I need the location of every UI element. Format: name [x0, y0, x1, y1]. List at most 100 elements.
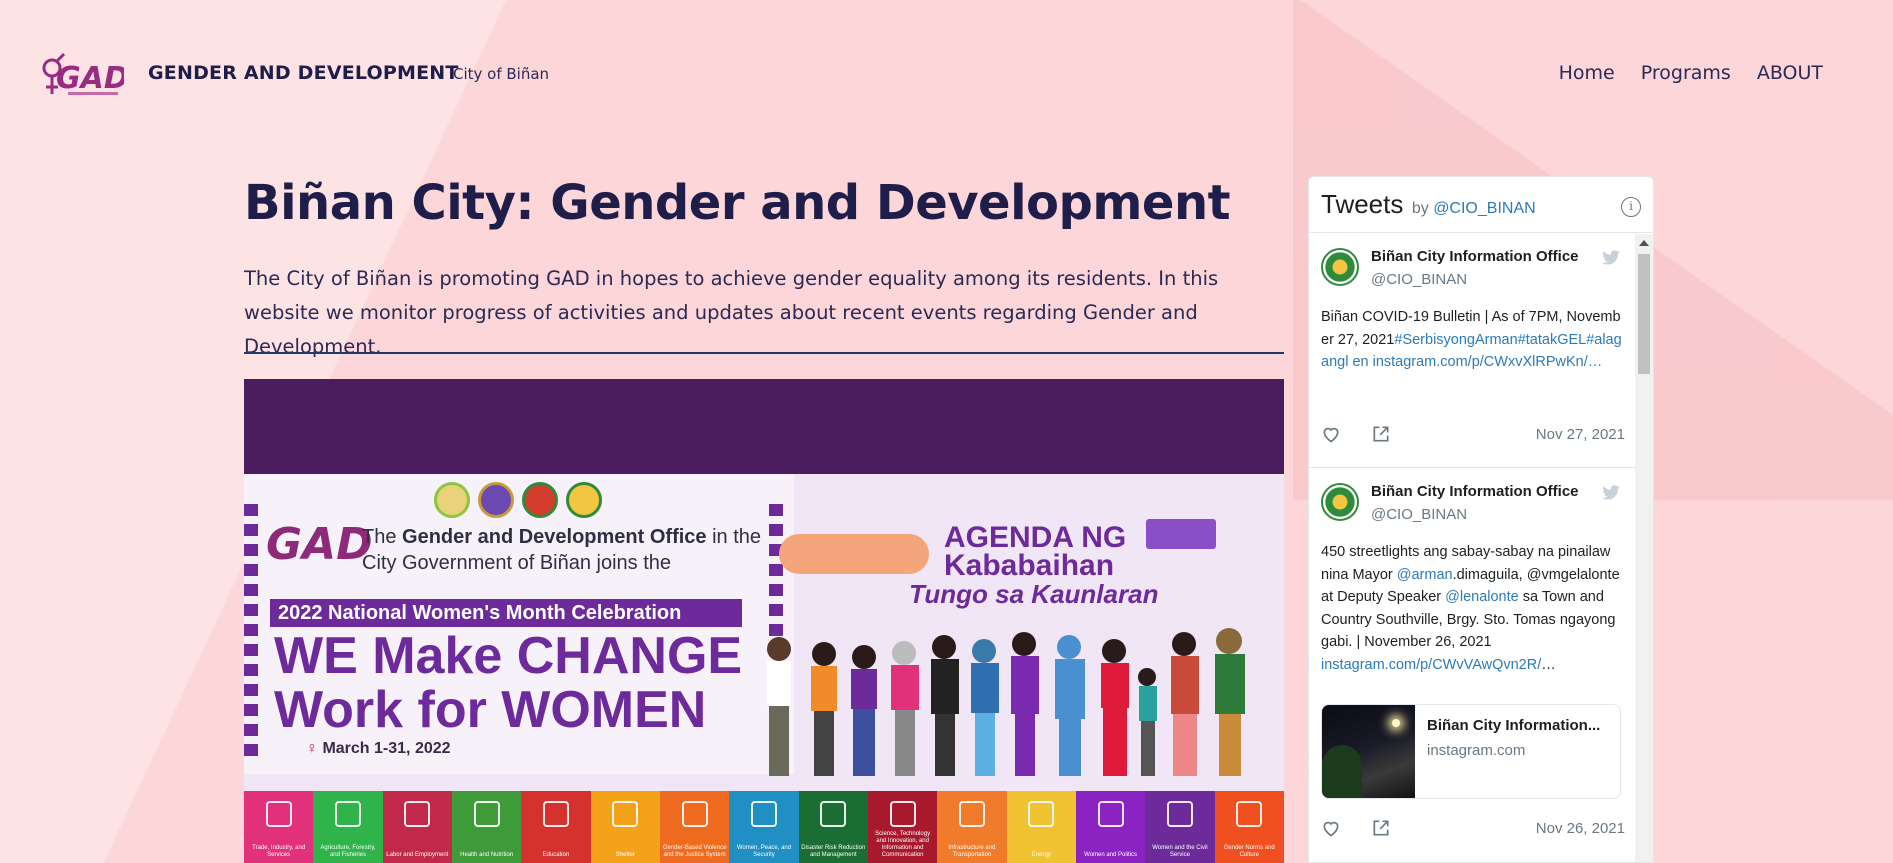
mention-link[interactable]: @arman	[1397, 567, 1453, 583]
tweet-actions: Nov 27, 2021	[1321, 424, 1625, 444]
twitter-bird-icon[interactable]	[1601, 485, 1621, 501]
gad-logo[interactable]: GAD	[42, 50, 129, 102]
sector-label: Health and Nutrition	[460, 852, 514, 858]
sector-icon	[542, 801, 569, 827]
scrollbar-thumb[interactable]	[1638, 254, 1650, 374]
banner-left-panel: GAD The Gender and Development Office in…	[244, 474, 794, 774]
sector-tile: Trade, Industry, and Services	[244, 791, 314, 863]
sector-tile: Agriculture, Forestry, and Fisheries	[313, 791, 383, 863]
womens-month-banner: GAD The Gender and Development Office in…	[244, 379, 1284, 863]
banner-body: GAD The Gender and Development Office in…	[244, 474, 1284, 863]
heart-icon[interactable]	[1321, 818, 1341, 838]
sector-tile: Women, Peace, and Security	[729, 791, 799, 863]
seal-icon	[478, 482, 514, 518]
card-title: Biñan City Information...	[1427, 717, 1601, 734]
sector-icon	[820, 801, 847, 827]
heart-icon[interactable]	[1321, 424, 1341, 444]
sector-label: Women and the Civil Service	[1152, 845, 1208, 858]
card-thumbnail	[1322, 705, 1415, 798]
nav-programs[interactable]: Programs	[1641, 62, 1731, 84]
share-icon[interactable]	[1371, 818, 1391, 838]
women-illustration	[767, 628, 1245, 776]
sector-strip: Trade, Industry, and Services Agriculture…	[244, 791, 1284, 863]
sector-label: Women and Politics	[1084, 852, 1138, 858]
sector-label: Gender Norms and Culture	[1223, 845, 1275, 858]
banner-date: ♀ March 1-31, 2022	[306, 740, 451, 757]
tweet-actions: Nov 26, 2021	[1321, 818, 1625, 838]
info-icon[interactable]: i	[1621, 197, 1641, 217]
avatar[interactable]	[1321, 483, 1359, 521]
sector-icon	[265, 801, 292, 827]
sector-icon	[612, 801, 639, 827]
timeline-title: Tweets	[1321, 189, 1404, 219]
tweet-link[interactable]: instagram.com/p/CWvVAwQvn2R/	[1321, 657, 1541, 673]
sector-label: Disaster Risk Reduction and Management	[801, 845, 866, 858]
twitter-bird-icon[interactable]	[1601, 250, 1621, 266]
sector-tile: Shelter	[590, 791, 660, 863]
tweet[interactable]: Biñan City Information Office @CIO_BINAN…	[1309, 234, 1635, 468]
nav-about[interactable]: ABOUT	[1757, 62, 1823, 84]
site-title[interactable]: GENDER AND DEVELOPMENT	[148, 62, 459, 84]
intro-paragraph: The City of Biñan is promoting GAD in ho…	[244, 267, 1219, 358]
sector-icon	[750, 801, 777, 827]
sector-icon	[958, 801, 985, 827]
sector-tile: Health and Nutrition	[451, 791, 522, 863]
sector-label: Infrastructure and Transportation	[948, 845, 996, 858]
page-title: Biñan City: Gender and Development	[244, 175, 1231, 231]
sector-icon	[1097, 801, 1124, 827]
tweet-author-handle[interactable]: @CIO_BINAN	[1371, 506, 1467, 523]
support-badge	[1146, 519, 1216, 549]
sector-icon	[1236, 801, 1263, 827]
link-preview-card[interactable]: Biñan City Information... instagram.com	[1321, 704, 1621, 799]
banner-headline: WE Make CHANGE Work for WOMEN	[274, 627, 743, 739]
main-nav: Home Programs ABOUT	[1559, 62, 1823, 84]
nav-home[interactable]: Home	[1559, 62, 1615, 84]
seal-icon	[566, 482, 602, 518]
sector-tile: Education	[521, 791, 591, 863]
tweet-date[interactable]: Nov 27, 2021	[1536, 426, 1625, 443]
banner-intro-line1: The Gender and Development Office in the	[362, 526, 762, 548]
share-icon[interactable]	[1371, 424, 1391, 444]
sector-label: Labor and Employment	[386, 852, 449, 858]
site-subtitle: City of Biñan	[453, 65, 550, 83]
twitter-timeline: Tweets by @CIO_BINAN i Biñan City Inform…	[1308, 176, 1654, 863]
tweet-author-name[interactable]: Biñan City Information Office	[1371, 248, 1579, 265]
tweet-date[interactable]: Nov 26, 2021	[1536, 820, 1625, 837]
banner-celebration-tag: 2022 National Women's Month Celebration	[270, 599, 742, 627]
sector-tile: Disaster Risk Reduction and Management	[798, 791, 868, 863]
sector-tile: Infrastructure and Transportation	[937, 791, 1007, 863]
tweet[interactable]: Biñan City Information Office @CIO_BINAN…	[1309, 469, 1635, 862]
sector-tile: Women and the Civil Service	[1145, 791, 1215, 863]
avatar[interactable]	[1321, 248, 1359, 286]
tweet-author-handle[interactable]: @CIO_BINAN	[1371, 271, 1467, 288]
card-domain: instagram.com	[1427, 742, 1526, 759]
sector-label: Energy	[1031, 852, 1051, 858]
sector-label: Science, Technology and Innovation, and …	[875, 831, 931, 858]
timeline-scrollbar[interactable]	[1635, 234, 1653, 862]
sector-tile: Gender-Based Violence and the Justice Sy…	[659, 791, 730, 863]
divider	[244, 352, 1284, 354]
timeline-handle-link[interactable]: @CIO_BINAN	[1433, 200, 1535, 217]
mention-link[interactable]: @lenalonte	[1445, 589, 1519, 605]
banner-stripe	[244, 504, 258, 764]
agenda-subtitle: Tungo sa Kaunlaran	[909, 579, 1159, 609]
tweet-author-name[interactable]: Biñan City Information Office	[1371, 483, 1579, 500]
seal-icon	[434, 482, 470, 518]
sector-tile: Labor and Employment	[382, 791, 452, 863]
scroll-up-arrow-icon[interactable]	[1639, 240, 1649, 246]
site-header: GAD GENDER AND DEVELOPMENT City of Biñan…	[0, 0, 1893, 150]
banner-intro-line2: City Government of Biñan joins the	[362, 552, 672, 574]
banner-gad-logo: GAD	[266, 519, 373, 570]
sector-icon	[1166, 801, 1193, 827]
sector-tile: Women and Politics	[1075, 791, 1146, 863]
sector-tile: Gender Norms and Culture	[1214, 791, 1284, 863]
agenda-title: AGENDA NG Kababaihan	[944, 521, 1127, 582]
sector-label: Agriculture, Forestry, and Fisheries	[320, 845, 376, 858]
sector-label: Shelter	[615, 852, 635, 858]
sector-icon	[889, 801, 916, 827]
logo-text: GAD	[56, 61, 124, 96]
sector-icon	[473, 801, 500, 827]
pointing-hand-icon	[779, 534, 929, 574]
sector-label: Gender-Based Violence and the Justice Sy…	[662, 845, 727, 858]
sector-tile: Energy	[1006, 791, 1076, 863]
